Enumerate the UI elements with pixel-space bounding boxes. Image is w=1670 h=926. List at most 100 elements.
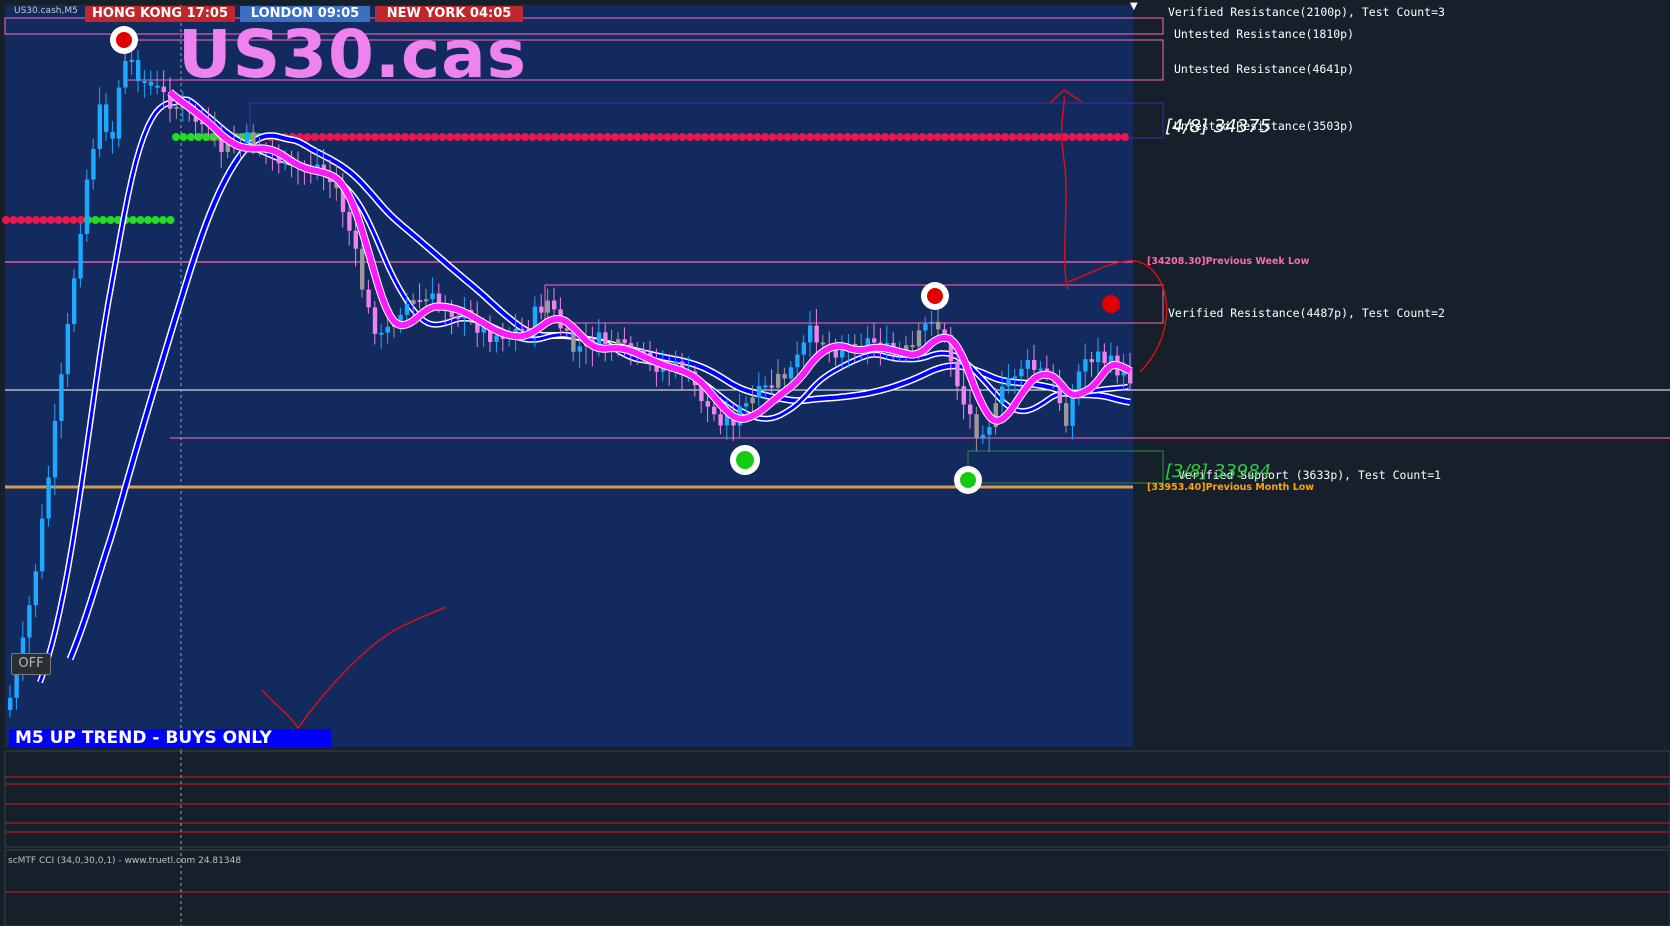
trend-dot — [888, 133, 897, 141]
trend-dot — [746, 133, 754, 141]
trend-dot — [881, 133, 889, 141]
trend-dot — [941, 133, 949, 141]
candle-body — [968, 404, 973, 415]
candle-body — [104, 104, 109, 132]
trend-dot — [701, 133, 709, 141]
candle-body — [161, 86, 166, 93]
trend-dot — [311, 133, 319, 141]
sell-signal-marker-1 — [110, 26, 138, 54]
candle-body — [353, 230, 358, 249]
trend-dot — [1068, 133, 1077, 141]
candle-body — [72, 278, 77, 324]
candle-body — [129, 59, 134, 62]
triangle-down-icon[interactable]: ▼ — [1130, 1, 1138, 12]
trend-dot — [136, 216, 145, 224]
candle-body — [961, 386, 966, 405]
candle-body — [1102, 351, 1107, 364]
trend-dot — [588, 133, 597, 141]
candle-body — [974, 414, 979, 438]
trend-dot — [873, 133, 882, 141]
trend-dot — [678, 133, 687, 141]
trend-dot — [806, 133, 814, 141]
trend-dot — [971, 133, 979, 141]
trend-dot — [423, 133, 432, 141]
trend-dot — [513, 133, 522, 141]
trend-dot — [528, 133, 537, 141]
trend-dot — [633, 133, 642, 141]
trend-dot — [708, 133, 717, 141]
trend-dot — [543, 133, 552, 141]
trend-dot — [723, 133, 732, 141]
trend-dot — [663, 133, 672, 141]
trend-dot — [47, 216, 55, 224]
trend-dot — [106, 216, 115, 224]
candle-body — [65, 323, 70, 375]
buy-signal-marker-1 — [730, 445, 760, 475]
off-button[interactable]: OFF — [11, 653, 51, 675]
trend-dot — [468, 133, 477, 141]
trend-dot — [333, 133, 342, 141]
trend-dot — [318, 133, 327, 141]
price-chart-canvas[interactable] — [0, 0, 1670, 926]
candle-body — [78, 234, 83, 279]
trend-dot — [1091, 133, 1099, 141]
candle-body — [494, 335, 499, 342]
zone-label-untested-resistance-1: Untested Resistance(1810p) — [1174, 27, 1355, 41]
trend-dot — [166, 216, 175, 224]
candle-body — [980, 434, 986, 438]
trend-dot — [903, 133, 912, 141]
trend-dot — [1038, 133, 1047, 141]
candle-body — [91, 148, 96, 180]
candle-body — [142, 81, 147, 84]
trend-banner: M5 UP TREND - BUYS ONLY — [9, 729, 331, 747]
trend-dot — [821, 133, 829, 141]
trend-dot — [1121, 133, 1129, 141]
trend-dot — [144, 216, 152, 224]
candle-body — [385, 326, 390, 333]
trend-dot — [761, 133, 769, 141]
candle-body — [1012, 376, 1018, 379]
candle-body — [712, 406, 717, 415]
candle-body — [750, 397, 755, 404]
trend-dot — [738, 133, 747, 141]
trend-dot — [753, 133, 762, 141]
trend-dot — [791, 133, 799, 141]
indicator-panel-1 — [4, 750, 1670, 848]
candle-body — [577, 346, 582, 352]
trend-dot — [783, 133, 792, 141]
resistance-zone-box-3 — [249, 102, 1164, 139]
trend-dot — [378, 133, 387, 141]
trend-dot — [641, 133, 649, 141]
trend-dot — [348, 133, 357, 141]
candle-body — [404, 303, 410, 315]
candle-body — [763, 385, 768, 388]
trend-dot — [476, 133, 484, 141]
candle-body — [456, 316, 461, 319]
trend-dot — [9, 216, 18, 224]
trend-dot — [716, 133, 724, 141]
trend-dot — [62, 216, 70, 224]
trend-dot — [129, 216, 137, 224]
candle-body — [545, 300, 550, 313]
candle-body — [97, 104, 102, 149]
trend-dot — [506, 133, 514, 141]
candle-body — [411, 300, 416, 304]
candle-body — [123, 61, 128, 88]
candle-body — [417, 300, 422, 303]
candle-body — [27, 605, 32, 638]
trend-dot — [776, 133, 784, 141]
candle-body — [916, 330, 922, 347]
trend-dot — [626, 133, 634, 141]
zone-label-untested-resistance-2: Untested Resistance(4641p) — [1174, 62, 1355, 76]
trend-dot — [438, 133, 447, 141]
candle-body — [1083, 359, 1088, 372]
trend-dot — [99, 216, 107, 224]
support-zone-box — [967, 450, 1164, 484]
candle-body — [622, 339, 627, 344]
trend-dot — [911, 133, 919, 141]
trend-dot — [151, 216, 160, 224]
trend-dot — [918, 133, 927, 141]
trend-dot — [551, 133, 559, 141]
buy-signal-marker-2 — [954, 466, 982, 494]
trend-dot — [431, 133, 439, 141]
